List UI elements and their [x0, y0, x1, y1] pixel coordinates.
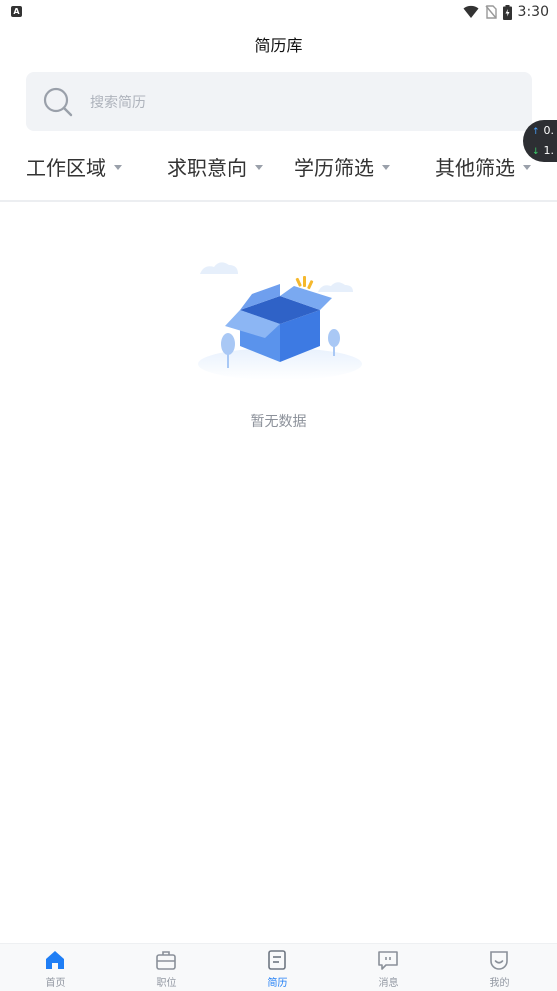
tab-label: 职位 — [156, 978, 177, 989]
tab-label: 消息 — [378, 978, 399, 989]
filter-education[interactable]: 学历筛选 — [294, 152, 390, 181]
caret-down-icon — [523, 165, 531, 170]
filter-other[interactable]: 其他筛选 — [435, 152, 531, 181]
upload-speed-value: 0. — [543, 124, 555, 137]
tab-jobs[interactable]: 职位 — [111, 944, 222, 991]
caret-down-icon — [382, 165, 390, 170]
search-placeholder: 搜索简历 — [90, 95, 146, 111]
tab-messages[interactable]: 消息 — [333, 944, 444, 991]
tab-resume[interactable]: 简历 — [222, 944, 333, 991]
upload-speed: ↑ 0. — [532, 124, 554, 137]
caret-down-icon — [114, 165, 122, 170]
filter-label: 工作区域 — [26, 156, 106, 180]
profile-icon — [490, 951, 508, 970]
header: 简历库 — [0, 24, 557, 64]
status-bar: A 3:30 — [0, 0, 557, 24]
filter-bar: 工作区域 求职意向 学历筛选 其他筛选 — [0, 140, 557, 190]
no-sim-icon — [485, 5, 497, 19]
page-title: 简历库 — [254, 36, 303, 55]
filter-divider — [0, 200, 557, 202]
message-icon — [378, 951, 398, 970]
status-indicators: 3:30 — [463, 2, 549, 22]
filter-label: 求职意向 — [167, 156, 247, 180]
filter-label: 学历筛选 — [294, 156, 374, 180]
home-icon — [46, 951, 64, 969]
status-time: 3:30 — [517, 4, 549, 20]
caret-down-icon — [255, 165, 263, 170]
filter-job-intention[interactable]: 求职意向 — [167, 152, 263, 181]
resume-icon — [268, 950, 286, 970]
search-icon — [43, 87, 73, 117]
empty-box-illustration — [198, 262, 362, 380]
search-input[interactable]: 搜索简历 — [26, 72, 532, 131]
bottom-tabbar: 首页 职位 简历 消息 我的 — [0, 943, 557, 991]
wifi-icon — [463, 5, 479, 18]
briefcase-icon — [156, 951, 176, 970]
tab-label: 首页 — [45, 978, 66, 989]
app-notification-icon: A — [11, 6, 22, 17]
upload-arrow-icon: ↑ — [532, 127, 540, 137]
tab-label: 我的 — [489, 978, 510, 989]
filter-work-area[interactable]: 工作区域 — [26, 152, 122, 181]
tab-profile[interactable]: 我的 — [444, 944, 555, 991]
filter-label: 其他筛选 — [435, 156, 515, 180]
battery-charging-icon — [502, 4, 512, 20]
empty-state-text: 暂无数据 — [250, 414, 307, 430]
tab-home[interactable]: 首页 — [0, 944, 111, 991]
tab-label: 简历 — [267, 978, 288, 989]
